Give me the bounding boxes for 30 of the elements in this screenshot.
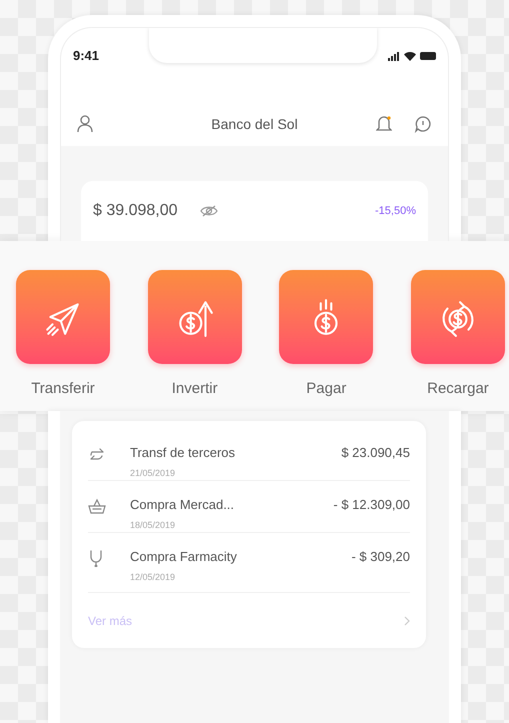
action-button[interactable]: [148, 270, 242, 364]
status-time: 9:41: [73, 47, 100, 66]
basket-icon: [88, 497, 106, 515]
transaction-title: Transf de terceros: [130, 444, 236, 462]
transaction-title: Compra Farmacity: [130, 548, 238, 566]
balance-change: -15,50%: [375, 204, 416, 219]
action-label: Transferir: [31, 379, 95, 399]
action-button[interactable]: [279, 270, 374, 364]
battery-icon: [420, 52, 436, 60]
transaction-date: 18/05/2019: [130, 518, 176, 532]
transaction-amount: - $ 12.309,00: [333, 496, 410, 514]
signal-icon: [388, 52, 400, 60]
bank-title: Banco del Sol: [210, 114, 299, 134]
action-label: Invertir: [172, 379, 218, 399]
action-label: Pagar: [306, 379, 346, 399]
action-label: Recargar: [427, 379, 489, 399]
balance-amount: $ 39.098,00: [93, 201, 178, 221]
action-button[interactable]: [16, 270, 110, 364]
transaction-date: 21/05/2019: [130, 466, 176, 480]
chat-icon[interactable]: [414, 115, 432, 133]
transaction-date: 12/05/2019: [130, 570, 176, 584]
action-button[interactable]: [410, 270, 505, 364]
wifi-icon: [404, 52, 416, 60]
transaction-title: Compra Mercad...: [130, 496, 236, 514]
transaction-amount: $ 23.090,45: [341, 444, 410, 462]
bell-icon[interactable]: [376, 115, 392, 133]
see-more-link[interactable]: Ver más: [88, 612, 132, 630]
transaction-amount: - $ 309,20: [351, 548, 410, 566]
eye-off-icon[interactable]: [200, 205, 218, 217]
user-icon[interactable]: [77, 115, 93, 133]
